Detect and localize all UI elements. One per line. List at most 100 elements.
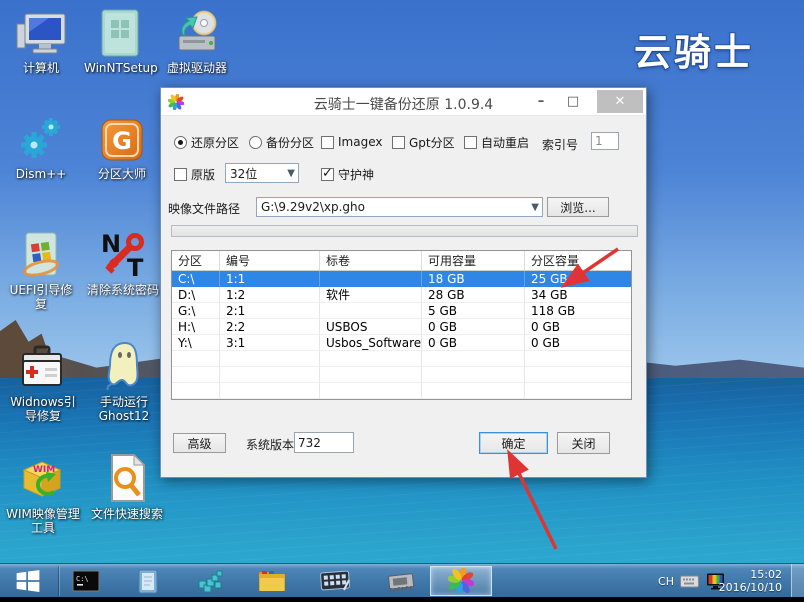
table-row-empty <box>172 367 631 383</box>
table-cell: 0 GB <box>525 319 632 335</box>
dialog-titlebar[interactable]: 云骑士一键备份还原 1.0.9.4 – □ ✕ <box>161 88 646 116</box>
column-header[interactable]: 可用容量 <box>422 251 525 270</box>
column-header[interactable]: 标卷 <box>320 251 422 270</box>
taskbar-yunqishi-app-icon[interactable] <box>430 566 492 596</box>
taskbar-divider <box>58 566 59 596</box>
auto-reboot-checkbox[interactable]: 自动重启 <box>464 134 529 150</box>
close-window-button[interactable]: ✕ <box>597 90 643 113</box>
ghost12-icon <box>88 340 160 392</box>
table-row[interactable]: G:\2:15 GB118 GB <box>172 303 631 319</box>
browse-button[interactable]: 浏览... <box>547 197 609 217</box>
dism-icon <box>8 112 74 164</box>
minimize-button[interactable]: – <box>528 88 554 114</box>
radio-icon <box>249 136 262 149</box>
show-desktop-button[interactable] <box>791 564 804 598</box>
desktop-icon-ghost12[interactable]: 手动运行Ghost12 <box>88 340 160 423</box>
table-row[interactable]: H:\2:2USBOS0 GB0 GB <box>172 319 631 335</box>
desktop-icon-uefi-repair[interactable]: UEFI引导修复 <box>4 228 78 311</box>
imagex-checkbox[interactable]: Imagex <box>321 134 382 150</box>
table-cell <box>172 383 220 399</box>
uefi-repair-icon <box>4 228 78 280</box>
wim-manager-icon: WIM <box>2 452 84 504</box>
desktop-icon-virtual-drive[interactable]: 虚拟驱动器 <box>158 6 236 75</box>
desktop-icon-label: WinNTSetup <box>84 61 156 75</box>
desktop-icon-wim-manager[interactable]: WIMWIM映像管理工具 <box>2 452 84 535</box>
screen-bottom-edge <box>0 597 804 602</box>
desktop-icon-label: 计算机 <box>8 61 74 75</box>
table-cell <box>172 351 220 367</box>
table-cell: H:\ <box>172 319 220 335</box>
desktop-icon-label: Dism++ <box>8 167 74 181</box>
backup-partition-radio[interactable]: 备份分区 <box>249 134 314 150</box>
desktop-icon-clear-password[interactable]: NT清除系统密码 <box>86 228 160 297</box>
checkbox-icon <box>392 136 405 149</box>
index-label: 索引号 <box>542 136 578 153</box>
column-header[interactable]: 编号 <box>220 251 320 270</box>
desktop: 云骑士 计算机 WinNTSetup虚拟驱动器 Dism++ G分区大师 UEFI引导修… <box>0 0 804 602</box>
table-cell: 118 GB <box>525 303 632 319</box>
checkbox-icon <box>321 168 334 181</box>
table-cell: C:\ <box>172 271 220 287</box>
partition-table: 分区编号标卷可用容量分区容量C:\1:118 GB25 GBD:\1:2软件28… <box>171 250 632 400</box>
taskbar-memory-chip-icon[interactable] <box>380 566 420 596</box>
taskbar-file-explorer-icon[interactable] <box>254 566 290 596</box>
checkbox-icon <box>464 136 477 149</box>
desktop-icon-windows-boot-repair[interactable]: Widnows引导修复 <box>8 340 78 423</box>
advanced-button[interactable]: 高级 <box>173 433 226 453</box>
column-header[interactable]: 分区容量 <box>525 251 632 270</box>
column-header[interactable]: 分区 <box>172 251 220 270</box>
svg-text:T: T <box>127 254 144 280</box>
table-row[interactable]: Y:\3:1Usbos_Software0 GB0 GB <box>172 335 631 351</box>
restore-partition-radio[interactable]: 还原分区 <box>174 134 239 150</box>
table-cell <box>320 383 422 399</box>
chevron-down-icon: ▼ <box>287 168 295 179</box>
taskbar-registry-editor-icon[interactable] <box>192 566 228 596</box>
table-row-selected[interactable]: C:\1:118 GB25 GB <box>172 271 631 287</box>
desktop-icon-winntsetup[interactable]: WinNTSetup <box>84 6 156 75</box>
language-indicator[interactable]: CH <box>658 575 674 588</box>
table-cell: 2:1 <box>220 303 320 319</box>
radio-icon <box>174 136 187 149</box>
maximize-button[interactable]: □ <box>560 88 586 114</box>
taskbar-start-button[interactable] <box>6 566 50 596</box>
chevron-down-icon: ▼ <box>531 202 539 213</box>
image-path-combobox[interactable]: G:\9.29v2\xp.gho ▼ <box>256 197 543 217</box>
desktop-icon-partition-master[interactable]: G分区大师 <box>86 112 158 181</box>
taskbar-cmd-icon[interactable]: C:\ <box>68 566 104 596</box>
table-row-empty <box>172 383 631 399</box>
svg-text:N: N <box>101 230 121 258</box>
table-cell: Y:\ <box>172 335 220 351</box>
ok-button[interactable]: 确定 <box>479 432 548 454</box>
table-cell: G:\ <box>172 303 220 319</box>
table-row[interactable]: D:\1:2软件28 GB34 GB <box>172 287 631 303</box>
taskbar-clock[interactable]: 15:02 2016/10/10 <box>712 568 782 594</box>
table-cell <box>525 383 632 399</box>
original-checkbox[interactable]: 原版 <box>174 166 215 182</box>
index-input[interactable] <box>591 132 619 150</box>
computer-icon <box>8 6 74 58</box>
cancel-close-button[interactable]: 关闭 <box>557 432 610 454</box>
table-cell: 软件 <box>320 287 422 303</box>
desktop-icon-label: UEFI引导修复 <box>4 283 78 311</box>
desktop-icon-dism[interactable]: Dism++ <box>8 112 74 181</box>
taskbar-notepad-icon[interactable] <box>132 566 164 596</box>
table-cell: 18 GB <box>422 271 525 287</box>
desktop-icon-label: 虚拟驱动器 <box>158 61 236 75</box>
table-cell <box>320 271 422 287</box>
taskbar-on-screen-keyboard-icon[interactable] <box>316 566 356 596</box>
gpt-checkbox[interactable]: Gpt分区 <box>392 134 455 150</box>
desktop-icon-computer[interactable]: 计算机 <box>8 6 74 75</box>
table-cell <box>525 351 632 367</box>
table-cell: 25 GB <box>525 271 632 287</box>
table-row-empty <box>172 351 631 367</box>
desktop-icon-file-search[interactable]: 文件快速搜索 <box>88 452 166 521</box>
system-version-input[interactable] <box>294 432 354 453</box>
table-cell: 0 GB <box>525 335 632 351</box>
table-cell <box>220 351 320 367</box>
guardian-checkbox[interactable]: 守护神 <box>321 166 374 182</box>
progress-bar <box>171 225 638 237</box>
yunqishi-logo: 云骑士 <box>634 22 754 76</box>
keyboard-tray-icon[interactable] <box>678 566 700 596</box>
clock-date: 2016/10/10 <box>712 581 782 594</box>
bits-select[interactable]: 32位 ▼ <box>225 163 299 183</box>
